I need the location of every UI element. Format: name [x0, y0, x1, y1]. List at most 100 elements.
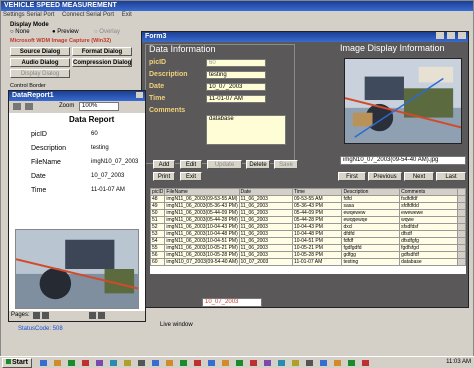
table-row[interactable]: 52 imgN11_06_2003(10-04-43 PM) 11_06_2003 1… — [150, 223, 466, 231]
radio-none[interactable]: ○ None — [10, 29, 30, 35]
table-row[interactable]: 55 imgN11_06_2003(10-05-21 PM) 11_06_2003 1… — [150, 244, 466, 252]
table-cell[interactable]: imgN11_06_2003(05-36-43 PM) — [164, 202, 240, 210]
minimize-icon[interactable] — [436, 32, 445, 39]
taskbar-app-icon[interactable] — [320, 360, 327, 366]
column-header[interactable]: picID — [150, 188, 166, 196]
table-cell[interactable]: gdfsdfdf — [399, 251, 458, 259]
table-cell[interactable]: 09-53-55 AM — [292, 195, 343, 203]
table-cell[interactable]: 05-44-28 PM — [292, 216, 343, 224]
maximize-icon[interactable] — [447, 32, 456, 39]
taskbar-app-icon[interactable] — [208, 360, 215, 366]
table-cell[interactable]: testing — [341, 258, 401, 266]
table-cell[interactable]: imgN10_07_2003(09-54-40 AM) — [164, 258, 240, 266]
table-row[interactable]: 49 imgN11_06_2003(05-36-43 PM) 11_06_2003 0… — [150, 202, 466, 210]
table-cell[interactable]: imgN11_06_2003(05-44-28 PM) — [164, 216, 240, 224]
table-cell[interactable]: 10-04-48 PM — [292, 230, 343, 238]
display-dialog-button[interactable]: Display Dialog — [10, 69, 70, 78]
save-button[interactable]: Save — [274, 160, 298, 169]
data-report-close-icon[interactable] — [136, 92, 143, 98]
table-cell[interactable]: 10-04-51 PM — [292, 237, 343, 245]
table-cell[interactable]: 11_06_2003 — [238, 195, 294, 203]
description-field[interactable]: testing — [206, 71, 266, 79]
menu-settings-serial-port[interactable]: Settings Serial Port — [3, 12, 54, 18]
table-cell[interactable]: 11_06_2003 — [238, 223, 294, 231]
page-next-icon[interactable] — [89, 312, 96, 319]
taskbar-app-icon[interactable] — [40, 360, 47, 366]
table-cell[interactable]: fdfdf — [341, 237, 401, 245]
radio-preview[interactable]: ● Preview — [52, 29, 79, 35]
table-cell[interactable]: 49 — [150, 202, 166, 210]
table-cell[interactable]: fgdfsfgd — [399, 244, 458, 252]
page-first-icon[interactable] — [33, 312, 40, 319]
table-cell[interactable]: ewqqewqe — [341, 216, 401, 224]
table-cell[interactable]: 10-04-43 PM — [292, 223, 343, 231]
column-header[interactable]: Time — [292, 188, 343, 196]
table-row[interactable]: 51 imgN11_06_2003(05-44-28 PM) 11_06_2003 0… — [150, 216, 466, 224]
table-cell[interactable]: wqwe — [399, 216, 458, 224]
table-cell[interactable]: 10-05-28 PM — [292, 251, 343, 259]
radio-overlay[interactable]: ○ Overlay — [94, 29, 120, 35]
format-dialog-button[interactable]: Format Dialog — [72, 47, 132, 56]
table-cell[interactable]: imgN11_06_2003(09-53-55 AM) — [164, 195, 240, 203]
table-cell[interactable]: ewewewe — [399, 209, 458, 217]
table-cell[interactable]: ewqewew — [341, 209, 401, 217]
table-cell[interactable]: dfdfd — [341, 230, 401, 238]
menu-connect-serial-port[interactable]: Connect Serial Port — [62, 12, 114, 18]
table-cell[interactable]: 53 — [150, 230, 166, 238]
taskbar-app-icon[interactable] — [68, 360, 75, 366]
taskbar-app-icon[interactable] — [82, 360, 89, 366]
table-cell[interactable]: 60 — [150, 258, 166, 266]
page-last-icon[interactable] — [98, 312, 105, 319]
print-button[interactable]: Print — [153, 172, 175, 181]
taskbar-app-icon[interactable] — [152, 360, 159, 366]
taskbar-app-icon[interactable] — [166, 360, 173, 366]
taskbar-app-icon[interactable] — [278, 360, 285, 366]
taskbar-app-icon[interactable] — [250, 360, 257, 366]
taskbar-app-icon[interactable] — [264, 360, 271, 366]
compression-dialog-button[interactable]: Compression Dialog — [72, 58, 132, 67]
taskbar-app-icon[interactable] — [334, 360, 341, 366]
column-header[interactable]: Comments — [399, 188, 458, 196]
table-cell[interactable]: 11_06_2003 — [238, 216, 294, 224]
table-cell[interactable]: 11_06_2003 — [238, 251, 294, 259]
audio-dialog-button[interactable]: Audio Dialog — [10, 58, 70, 67]
print-icon[interactable] — [13, 103, 21, 110]
table-row[interactable]: 60 imgN10_07_2003(09-54-40 AM) 10_07_2003 1… — [150, 258, 466, 266]
table-cell[interactable]: 48 — [150, 195, 166, 203]
record-date-field[interactable]: 10_07_2003 — [202, 298, 262, 307]
taskbar-app-icon[interactable] — [124, 360, 131, 366]
add-button[interactable]: Add — [153, 160, 175, 169]
update-button[interactable]: Update — [207, 160, 242, 169]
previous-button[interactable]: Previous — [368, 172, 402, 181]
exit-button[interactable]: Exit — [180, 172, 202, 181]
table-cell[interactable]: 05-36-43 PM — [292, 202, 343, 210]
source-dialog-button[interactable]: Source Dialog — [10, 47, 70, 56]
picid-field[interactable]: 60 — [206, 59, 266, 67]
table-cell[interactable]: 55 — [150, 244, 166, 252]
taskbar-app-icon[interactable] — [236, 360, 243, 366]
table-cell[interactable]: gdfgg — [341, 251, 401, 259]
edit-button[interactable]: Edit — [180, 160, 202, 169]
table-cell[interactable]: imgN11_06_2003(10-05-28 PM) — [164, 251, 240, 259]
taskbar-app-icon[interactable] — [194, 360, 201, 366]
table-cell[interactable]: 11_06_2003 — [238, 230, 294, 238]
table-cell[interactable]: imgN11_06_2003(05-44-09 PM) — [164, 209, 240, 217]
table-cell[interactable]: 10-05-21 PM — [292, 244, 343, 252]
taskbar-app-icon[interactable] — [138, 360, 145, 366]
table-cell[interactable]: sasa — [341, 202, 401, 210]
close-icon[interactable] — [458, 32, 466, 39]
taskbar-app-icon[interactable] — [348, 360, 355, 366]
table-cell[interactable]: 56 — [150, 251, 166, 259]
taskbar-app-icon[interactable] — [306, 360, 313, 366]
table-cell[interactable]: dxcl — [341, 223, 401, 231]
taskbar-app-icon[interactable] — [362, 360, 369, 366]
zoom-select[interactable]: 100% — [79, 102, 119, 111]
table-cell[interactable]: imgN11_06_2003(10-04-43 PM) — [164, 223, 240, 231]
date-field[interactable]: 10_07_2003 — [206, 83, 266, 91]
image-filename-field[interactable]: imgN10_07_2003(09-54-40 AM).jpg — [340, 156, 466, 165]
table-cell[interactable]: fgdfgdfd — [341, 244, 401, 252]
table-cell[interactable]: 11_06_2003 — [238, 244, 294, 252]
time-field[interactable]: 11-01-07 AM — [206, 95, 266, 103]
table-row[interactable]: 48 imgN11_06_2003(09-53-55 AM) 11_06_2003 0… — [150, 195, 466, 203]
table-cell[interactable]: imgN11_06_2003(10-04-51 PM) — [164, 237, 240, 245]
